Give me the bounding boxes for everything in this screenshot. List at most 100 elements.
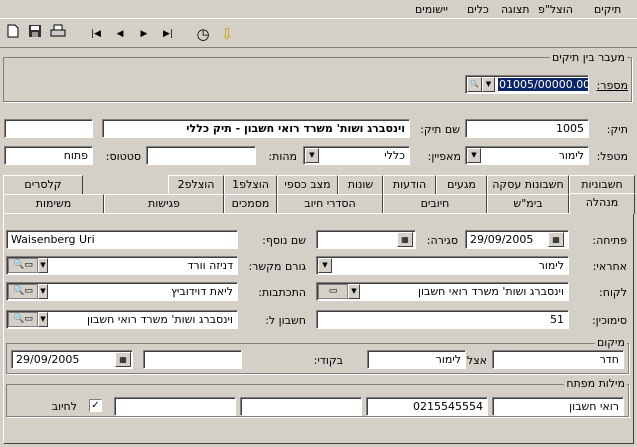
at-field[interactable]: לימור [367, 350, 466, 369]
menu-apps[interactable]: יישומים [415, 3, 448, 16]
transfer-group-title: מעבר בין תיקים [550, 51, 627, 64]
menu-tools[interactable]: כלים [467, 3, 489, 16]
calendar-icon[interactable]: ▦ [115, 352, 131, 367]
timer-icon[interactable]: ◷ [193, 24, 213, 44]
keywords-group-title: מילות מפתח [564, 377, 627, 390]
previous-record-icon[interactable]: ◀ [110, 24, 130, 44]
file-name-label: שם תיק: [420, 123, 460, 136]
lookup-icon[interactable]: ▭ [318, 284, 348, 299]
status-label: סטטוס: [105, 150, 141, 163]
contact-value: דניזה וורד [187, 259, 233, 272]
tab-court[interactable]: בימ"ש [487, 194, 569, 213]
menu-bar: תיקים הוצל"פ תצוגה כלים יישומים [0, 0, 637, 19]
file-name-field[interactable]: וינסברג ושות' משרד רואי חשבון - תיק כללי [102, 119, 410, 138]
checked-label: בקודי: [313, 354, 343, 367]
keyword-4-field[interactable] [114, 397, 236, 416]
tab-messages[interactable]: הודעות [383, 175, 436, 194]
tab-binders[interactable]: קלסרים [3, 175, 83, 194]
keyword-2-field[interactable]: 0215545554 [366, 397, 488, 416]
tab-misc[interactable]: שונות [338, 175, 383, 194]
file-value-field[interactable]: 1005 [465, 119, 589, 138]
chevron-down-icon[interactable]: ▼ [38, 284, 48, 299]
file-label: תיק: [606, 123, 628, 136]
closing-label: סגירה: [426, 234, 458, 247]
handler-label: מטפל: [596, 150, 628, 163]
other-name-field[interactable]: Waisenberg Uri [6, 230, 238, 249]
reference-field[interactable]: 51 [316, 310, 569, 329]
responsible-select[interactable]: לימור [316, 256, 569, 275]
file-value: 1005 [556, 122, 584, 135]
next-record-icon[interactable]: ▶ [134, 24, 154, 44]
tab-invoices[interactable]: חשבוניות [569, 175, 635, 194]
number-label: מספר: [596, 79, 628, 92]
lookup-icon[interactable]: 🔍▭ [8, 312, 38, 327]
menu-view[interactable]: תצוגה [501, 3, 529, 16]
correspondence-value: ליאת דוידוביץ [170, 285, 233, 298]
chevron-down-icon[interactable]: ▼ [305, 148, 319, 163]
keyword-3-field[interactable] [240, 397, 362, 416]
correspondence-label: התכתבות: [258, 286, 306, 299]
tab-contacts[interactable]: מגעים [436, 175, 487, 194]
tab-financial-status[interactable]: מצב כספי [277, 175, 338, 194]
location-group-title: מיקום [594, 336, 627, 349]
chevron-down-icon[interactable]: ▼ [318, 258, 332, 273]
checked-field[interactable] [143, 350, 242, 369]
tab-meetings[interactable]: פגישות [104, 194, 224, 213]
keyword-2-value: 0215545554 [413, 400, 483, 413]
room-value: חדר [599, 353, 619, 366]
essence-field[interactable] [146, 146, 256, 165]
other-name-label: שם נוסף: [262, 234, 306, 247]
menu-execution[interactable]: הוצל"פ [538, 3, 573, 16]
lookup-icon[interactable]: 🔍▭ [8, 284, 38, 299]
calendar-icon[interactable]: ▦ [548, 232, 564, 247]
chevron-down-icon[interactable]: ▼ [467, 148, 481, 163]
menu-files[interactable]: תיקים [594, 3, 621, 16]
toolbar: |◀ ◀ ▶ ▶| ◷ ⇩ [0, 20, 637, 48]
first-record-icon[interactable]: |◀ [86, 24, 106, 44]
new-icon[interactable] [3, 24, 23, 44]
opening-date-value: 29/09/2005 [470, 233, 534, 246]
tab-execution-2[interactable]: הוצלפ2 [168, 175, 224, 194]
reference-value: 51 [550, 313, 564, 326]
handler-select[interactable]: לימור [465, 146, 589, 165]
room-field[interactable]: חדר [492, 350, 624, 369]
opening-label: פתיחה: [592, 234, 627, 247]
charge-label: לחיוב [51, 400, 77, 413]
file-number-value: 01005/00000.0000 [498, 78, 588, 91]
tab-tasks[interactable]: משימות [3, 194, 104, 213]
charge-checkbox[interactable]: ✓ [89, 399, 102, 412]
tab-execution-1[interactable]: הוצלפ1 [224, 175, 277, 194]
at-label: אצל: [463, 354, 487, 367]
search-icon[interactable]: 🔍 [467, 77, 482, 92]
chevron-down-icon[interactable]: ▼ [348, 284, 360, 299]
lookup-icon[interactable]: 🔍▭ [8, 258, 38, 273]
chevron-down-icon[interactable]: ▼ [38, 258, 48, 273]
chevron-down-icon[interactable]: ▼ [38, 312, 48, 327]
arrow-down-icon[interactable]: ⇩ [217, 24, 237, 44]
essence-label: מהות: [268, 150, 297, 163]
client-value: וינסברג ושות' משרד רואי חשבון [418, 285, 564, 298]
location-date-value: 29/09/2005 [16, 353, 80, 366]
tab-charge-arrangements[interactable]: הסדרי חיוב [277, 194, 383, 213]
responsible-label: אחראי: [592, 260, 627, 273]
characteristic-select[interactable]: כללי [303, 146, 410, 165]
characteristic-label: מאפיין: [427, 150, 461, 163]
tab-charges[interactable]: חיובים [383, 194, 487, 213]
extra-field[interactable] [4, 119, 93, 138]
save-icon[interactable] [25, 24, 45, 44]
chevron-down-icon[interactable]: ▼ [482, 77, 495, 92]
last-record-icon[interactable]: ▶| [158, 24, 178, 44]
characteristic-value: כללי [384, 149, 405, 162]
account-for-label: חשבון ל: [265, 314, 306, 327]
responsible-value: לימור [538, 259, 564, 272]
client-label: לקוח: [599, 286, 627, 299]
tab-documents[interactable]: מסמכים [224, 194, 277, 213]
keyword-1-field[interactable]: רואי חשבון [492, 397, 624, 416]
file-name-value: וינסברג ושות' משרד רואי חשבון - תיק כללי [186, 122, 405, 135]
contact-label: גורם מקשר: [248, 260, 306, 273]
tab-transaction-accounts[interactable]: חשבונות עסקה [487, 175, 569, 194]
tab-administration[interactable]: מנהלה [569, 193, 635, 214]
calendar-icon[interactable]: ▦ [397, 232, 413, 247]
print-icon[interactable] [48, 24, 68, 44]
status-field[interactable]: פתוח [4, 146, 93, 165]
